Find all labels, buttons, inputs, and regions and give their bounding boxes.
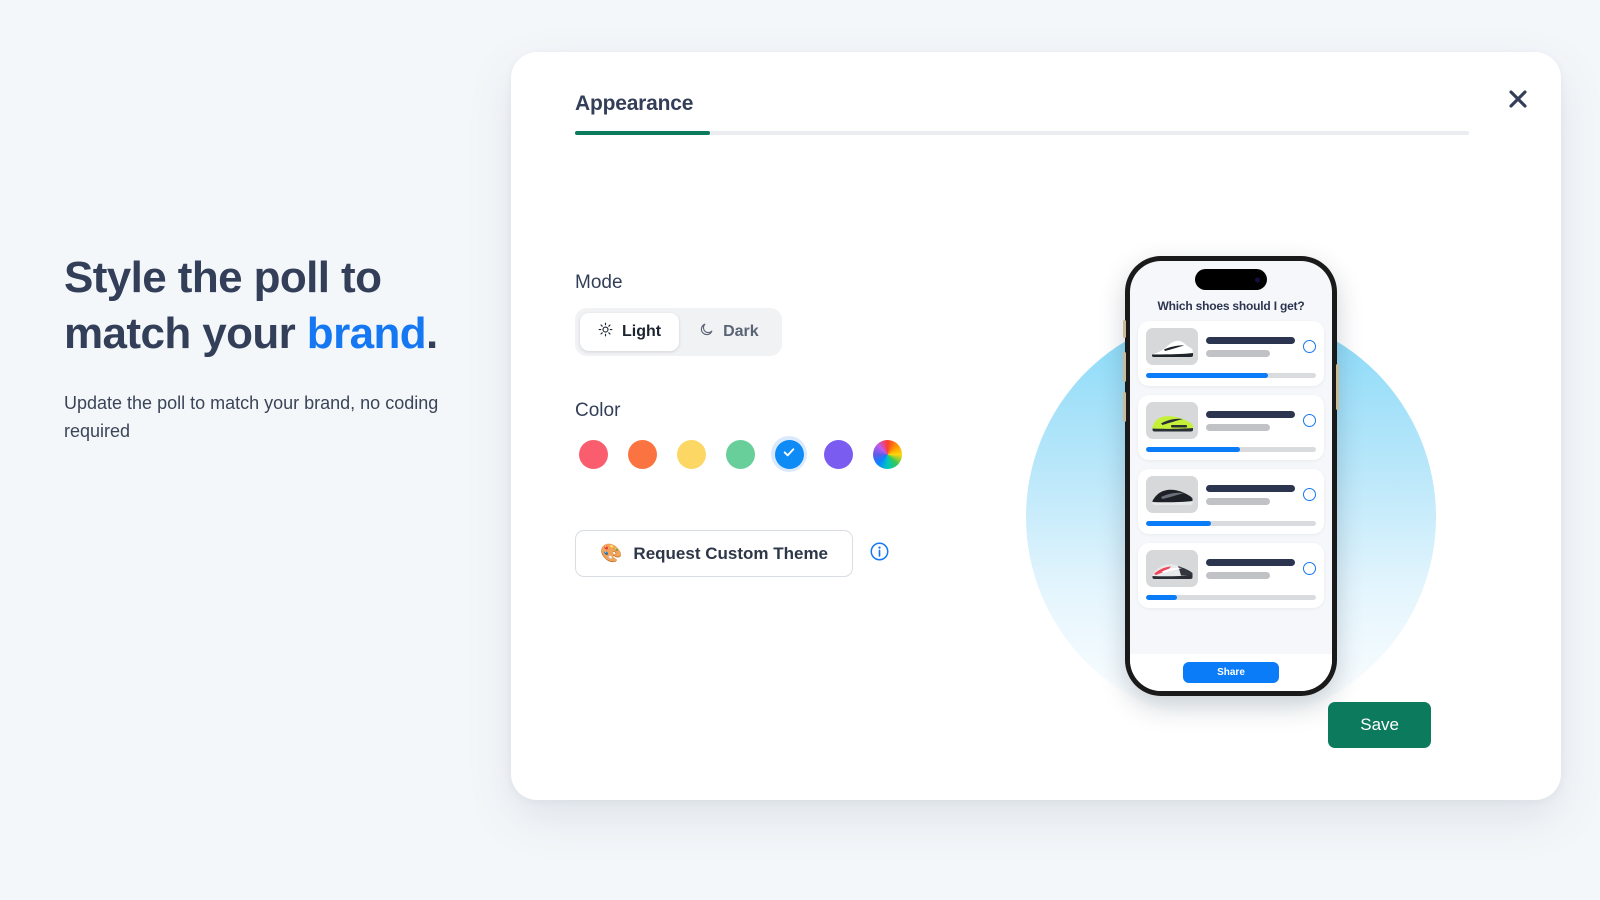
page-root: Style the poll to match your brand. Upda… bbox=[0, 0, 1600, 900]
option-result-bar bbox=[1146, 447, 1316, 452]
settings-panel: Mode Light Dark Color 🎨 Request Custom T… bbox=[575, 272, 995, 577]
color-swatch-red[interactable] bbox=[575, 436, 611, 472]
option-thumbnail bbox=[1146, 550, 1198, 587]
color-swatch-green[interactable] bbox=[722, 436, 758, 472]
option-radio[interactable] bbox=[1303, 488, 1316, 501]
color-swatch-purple[interactable] bbox=[820, 436, 856, 472]
mode-option-light[interactable]: Light bbox=[580, 313, 680, 351]
poll-option-1[interactable] bbox=[1138, 321, 1324, 386]
custom-theme-row: 🎨 Request Custom Theme bbox=[575, 530, 995, 577]
poll-option-2[interactable] bbox=[1138, 395, 1324, 460]
mode-option-dark-label: Dark bbox=[723, 323, 759, 340]
hero-title-accent: brand bbox=[306, 309, 427, 359]
request-custom-theme-label: Request Custom Theme bbox=[633, 543, 829, 563]
color-setting: Color bbox=[575, 400, 995, 472]
phone-footer: Share bbox=[1130, 654, 1332, 691]
color-label: Color bbox=[575, 400, 621, 421]
appearance-modal: Appearance Mode Light Dark Color 🎨 Reque… bbox=[511, 52, 1561, 800]
hero-subtitle: Update the poll to match your brand, no … bbox=[64, 392, 439, 441]
phone-frame: Which shoes should I get? Share bbox=[1123, 256, 1339, 696]
color-swatch-orange[interactable] bbox=[624, 436, 660, 472]
tab-active-indicator bbox=[575, 131, 710, 135]
close-icon[interactable] bbox=[1497, 78, 1539, 120]
option-radio[interactable] bbox=[1303, 414, 1316, 427]
color-swatch-rainbow[interactable] bbox=[869, 436, 905, 472]
color-swatch-yellow[interactable] bbox=[673, 436, 709, 472]
poll-option-4[interactable] bbox=[1138, 543, 1324, 608]
save-button[interactable]: Save bbox=[1328, 702, 1431, 748]
poll-option-list bbox=[1130, 321, 1332, 654]
sun-icon bbox=[598, 322, 613, 342]
request-custom-theme-button[interactable]: 🎨 Request Custom Theme bbox=[575, 530, 854, 577]
option-result-bar bbox=[1146, 521, 1316, 526]
mode-option-light-label: Light bbox=[622, 323, 662, 340]
share-button[interactable]: Share bbox=[1183, 662, 1279, 683]
option-text-placeholder bbox=[1206, 336, 1295, 357]
phone-preview: Which shoes should I get? Share bbox=[1001, 202, 1501, 722]
mode-toggle: Light Dark bbox=[575, 308, 782, 356]
hero-title-line2-pre: match your bbox=[64, 309, 307, 359]
modal-tabs: Appearance bbox=[575, 92, 1469, 135]
mode-setting: Mode Light Dark bbox=[575, 272, 995, 356]
option-thumbnail bbox=[1146, 402, 1198, 439]
option-result-bar bbox=[1146, 595, 1316, 600]
moon-icon bbox=[699, 322, 714, 342]
tab-divider bbox=[575, 131, 1469, 135]
palette-icon: 🎨 bbox=[600, 543, 623, 563]
option-text-placeholder bbox=[1206, 484, 1295, 505]
option-radio[interactable] bbox=[1303, 562, 1316, 575]
option-thumbnail bbox=[1146, 476, 1198, 513]
color-swatch-blue[interactable] bbox=[771, 436, 807, 472]
poll-question: Which shoes should I get? bbox=[1157, 299, 1305, 313]
mode-option-dark[interactable]: Dark bbox=[681, 313, 777, 351]
option-radio[interactable] bbox=[1303, 340, 1316, 353]
mode-label: Mode bbox=[575, 272, 623, 293]
hero-title-line1: Style the poll to bbox=[64, 253, 382, 302]
page-title: Style the poll to match your brand. bbox=[64, 250, 484, 363]
option-thumbnail bbox=[1146, 328, 1198, 365]
option-text-placeholder bbox=[1206, 410, 1295, 431]
hero-title-period: . bbox=[426, 309, 438, 359]
camera-icon bbox=[1255, 277, 1260, 282]
poll-option-3[interactable] bbox=[1138, 469, 1324, 534]
info-icon[interactable] bbox=[869, 541, 890, 567]
tab-appearance[interactable]: Appearance bbox=[575, 92, 693, 131]
dynamic-island bbox=[1195, 269, 1267, 290]
phone-screen: Which shoes should I get? Share bbox=[1130, 261, 1332, 691]
option-result-bar bbox=[1146, 373, 1316, 378]
hero-section: Style the poll to match your brand. Upda… bbox=[64, 250, 484, 445]
check-icon bbox=[781, 444, 797, 465]
color-swatch-list bbox=[575, 436, 995, 472]
option-text-placeholder bbox=[1206, 558, 1295, 579]
